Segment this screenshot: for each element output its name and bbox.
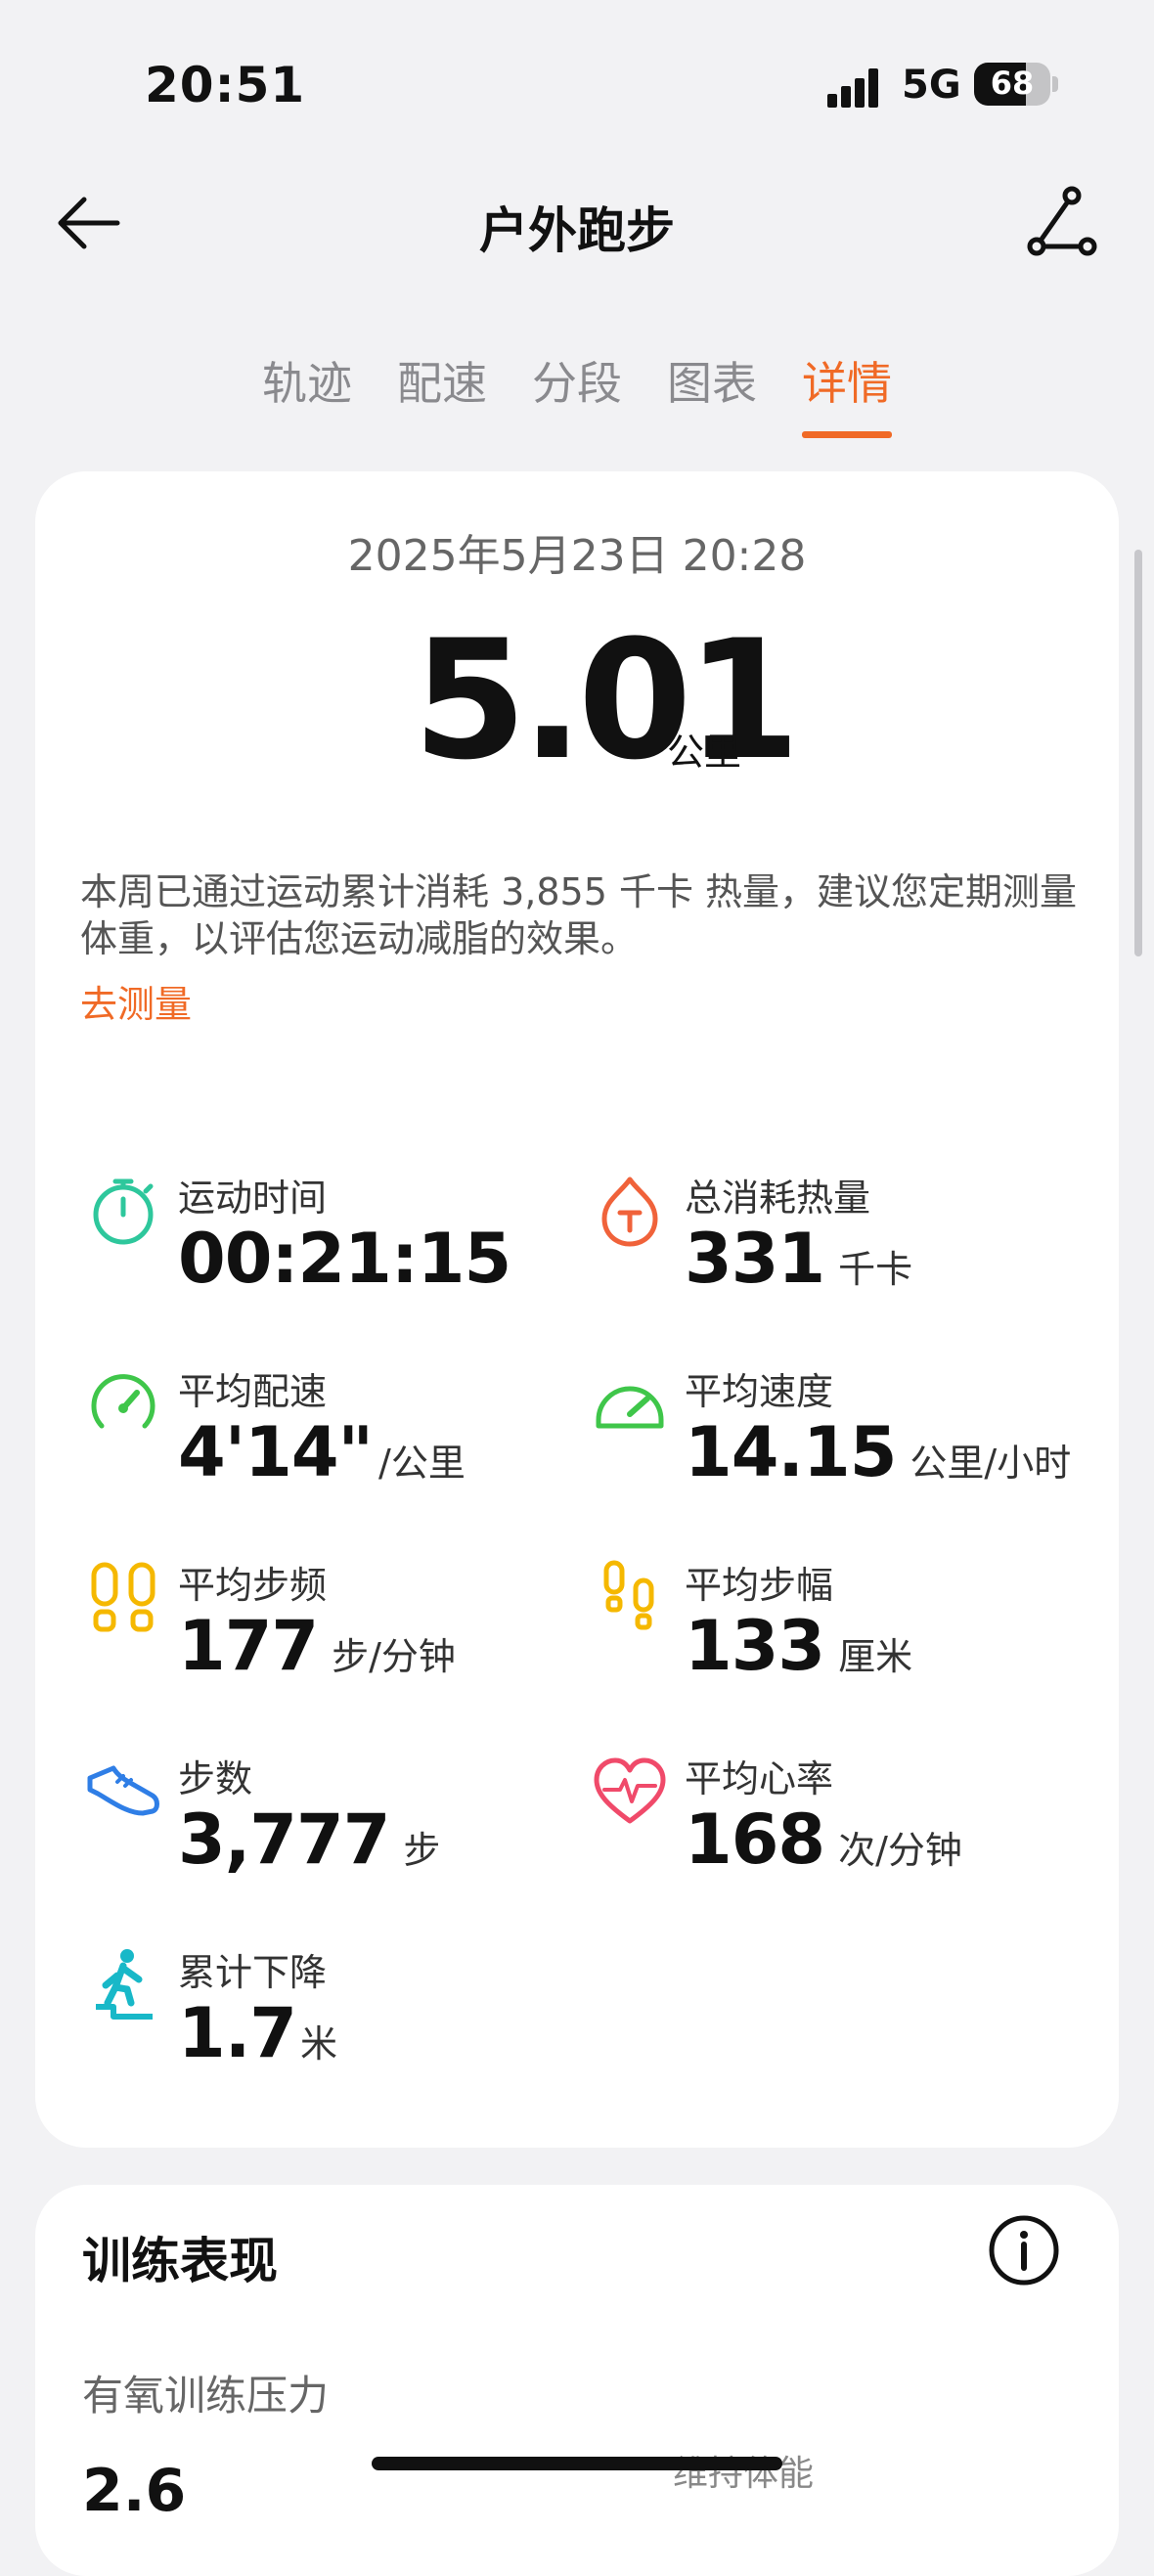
metric-label: 平均步幅 xyxy=(685,1564,834,1607)
metric-label: 总消耗热量 xyxy=(685,1177,871,1220)
gauge-icon xyxy=(84,1365,162,1443)
network-type: 5G xyxy=(902,63,961,108)
metric-unit: 公里/小时 xyxy=(910,1442,1072,1485)
weight-advice-text: 本周已通过运动累计消耗 3,855 千卡 热量，建议您定期测量体重，以评估您运动… xyxy=(80,870,1078,960)
route-icon[interactable] xyxy=(1023,184,1101,262)
summary-card: 2025年5月23日 20:28 5.01 公里 本周已通过运动累计消耗 3,8… xyxy=(35,471,1119,2148)
shoe-icon xyxy=(84,1753,162,1831)
metric-value: 4'14" xyxy=(178,1412,374,1492)
metric-unit: 次/分钟 xyxy=(838,1829,962,1872)
flame-icon xyxy=(591,1172,669,1250)
footprints-icon xyxy=(84,1559,162,1637)
aerobic-load-label: 有氧训练压力 xyxy=(82,2372,330,2420)
metric-unit: 步 xyxy=(403,1829,441,1872)
info-icon[interactable] xyxy=(988,2214,1060,2287)
metric-label: 累计下降 xyxy=(178,1951,328,1994)
metric-value: 331 xyxy=(685,1219,825,1299)
tab-pace[interactable]: 配速 xyxy=(397,348,487,438)
home-indicator[interactable] xyxy=(372,2457,782,2470)
speedometer-icon xyxy=(591,1365,669,1443)
training-card: 训练表现 有氧训练压力 2.6 维持体能 xyxy=(35,2185,1119,2576)
tab-charts[interactable]: 图表 xyxy=(667,348,757,438)
distance-unit: 公里 xyxy=(667,731,742,774)
metric-value: 1.7 xyxy=(178,1993,297,2073)
status-bar: 20:51 5G 68 xyxy=(0,0,1154,166)
scrollbar[interactable] xyxy=(1134,550,1142,956)
measure-link[interactable]: 去测量 xyxy=(80,974,192,1028)
aerobic-load-status: 维持体能 xyxy=(673,2454,815,2494)
footprints-icon xyxy=(591,1559,669,1637)
metric-value: 3,777 xyxy=(178,1799,390,1880)
metric-value: 177 xyxy=(178,1606,319,1686)
battery-tip xyxy=(1052,76,1058,92)
metric-value: 133 xyxy=(685,1606,825,1686)
tab-segments[interactable]: 分段 xyxy=(532,348,622,438)
training-title: 训练表现 xyxy=(82,2233,278,2289)
signal-strength-icon xyxy=(827,68,890,108)
status-time: 20:51 xyxy=(145,57,306,113)
metric-label: 平均配速 xyxy=(178,1370,328,1413)
metric-label: 步数 xyxy=(178,1757,253,1800)
metric-unit: 步/分钟 xyxy=(332,1635,456,1678)
metric-label: 运动时间 xyxy=(178,1177,328,1220)
workout-datetime: 2025年5月23日 20:28 xyxy=(347,531,807,581)
tab-details[interactable]: 详情 xyxy=(802,348,892,438)
battery-icon: 68 xyxy=(974,63,1050,106)
tab-bar: 轨迹 配速 分段 图表 详情 xyxy=(0,348,1154,438)
battery-level: 68 xyxy=(990,65,1035,102)
metric-unit: /公里 xyxy=(378,1442,466,1485)
tab-track[interactable]: 轨迹 xyxy=(262,348,352,438)
stopwatch-icon xyxy=(84,1172,162,1250)
metric-value: 00:21:15 xyxy=(178,1219,511,1299)
metric-label: 平均心率 xyxy=(685,1757,834,1800)
metric-label: 平均速度 xyxy=(685,1370,834,1413)
aerobic-load-value: 2.6 xyxy=(82,2457,187,2525)
metric-value: 14.15 xyxy=(685,1412,897,1492)
metric-label: 平均步频 xyxy=(178,1564,328,1607)
heart-rate-icon xyxy=(591,1753,669,1831)
descent-icon xyxy=(84,1946,162,2024)
metric-unit: 米 xyxy=(300,2022,338,2065)
metric-unit: 厘米 xyxy=(838,1635,913,1678)
metric-unit: 千卡 xyxy=(838,1248,913,1291)
metric-value: 168 xyxy=(685,1799,825,1880)
page-title: 户外跑步 xyxy=(479,202,675,259)
